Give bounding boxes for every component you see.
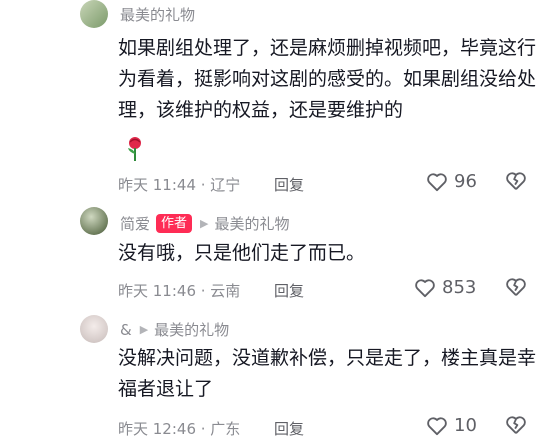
comment-text: 如果剧组处理了，还是麻烦删掉视频吧，毕竟这行为看着，挺影响对这剧的感受的。如果剧… xyxy=(118,37,537,121)
avatar[interactable] xyxy=(80,315,108,343)
broken-heart-icon xyxy=(506,416,526,434)
like-button[interactable]: 853 xyxy=(414,277,476,298)
comment-item: & ▶ 最美的礼物 没解决问题，没道歉补偿，只是走了，楼主真是幸福者退让了 昨天… xyxy=(0,313,550,441)
like-count: 10 xyxy=(454,415,477,436)
triangle-right-icon: ▶ xyxy=(200,217,209,230)
like-button[interactable]: 10 xyxy=(426,415,477,436)
comment-meta: 简爱 作者 ▶ 最美的礼物 xyxy=(120,213,290,234)
reply-to-username[interactable]: 最美的礼物 xyxy=(215,213,290,234)
username[interactable]: 最美的礼物 xyxy=(120,4,195,25)
reply-button[interactable]: 回复 xyxy=(274,418,304,439)
comment-time: 昨天 11:46 · 云南 xyxy=(118,282,241,300)
dislike-button[interactable] xyxy=(505,415,527,439)
comment-time: 昨天 11:44 · 辽宁 xyxy=(118,176,241,194)
comment-meta: 最美的礼物 xyxy=(120,4,195,25)
reply-to-username[interactable]: 最美的礼物 xyxy=(154,319,229,340)
comment-time: 昨天 12:46 · 广东 xyxy=(118,420,241,438)
comment-item: 简爱 作者 ▶ 最美的礼物 没有哦，只是他们走了而已。 昨天 11:46 · 云… xyxy=(0,205,550,305)
like-count: 96 xyxy=(454,171,477,192)
avatar[interactable] xyxy=(80,0,108,28)
broken-heart-icon xyxy=(506,172,526,190)
dislike-button[interactable] xyxy=(505,277,527,301)
comment-text: 没有哦，只是他们走了而已。 xyxy=(118,242,366,264)
triangle-right-icon: ▶ xyxy=(139,323,149,336)
comment-meta: & ▶ 最美的礼物 xyxy=(120,319,229,340)
heart-outline-icon xyxy=(427,416,447,435)
comment-text: 没解决问题，没道歉补偿，只是走了，楼主真是幸福者退让了 xyxy=(118,347,537,400)
like-count: 853 xyxy=(442,277,477,298)
reply-button[interactable]: 回复 xyxy=(274,280,304,301)
username[interactable]: & xyxy=(120,321,132,339)
username[interactable]: 简爱 xyxy=(120,213,150,234)
avatar[interactable] xyxy=(80,207,108,235)
reply-button[interactable]: 回复 xyxy=(274,174,304,195)
broken-heart-icon xyxy=(506,278,526,296)
like-button[interactable]: 96 xyxy=(426,171,477,192)
comment-item: 最美的礼物 如果剧组处理了，还是麻烦删掉视频吧，毕竟这行为看着，挺影响对这剧的感… xyxy=(0,0,550,194)
author-badge: 作者 xyxy=(156,214,193,233)
heart-outline-icon xyxy=(427,172,447,191)
rose-emoji-icon xyxy=(124,136,146,166)
dislike-button[interactable] xyxy=(505,171,527,195)
heart-outline-icon xyxy=(415,278,435,297)
